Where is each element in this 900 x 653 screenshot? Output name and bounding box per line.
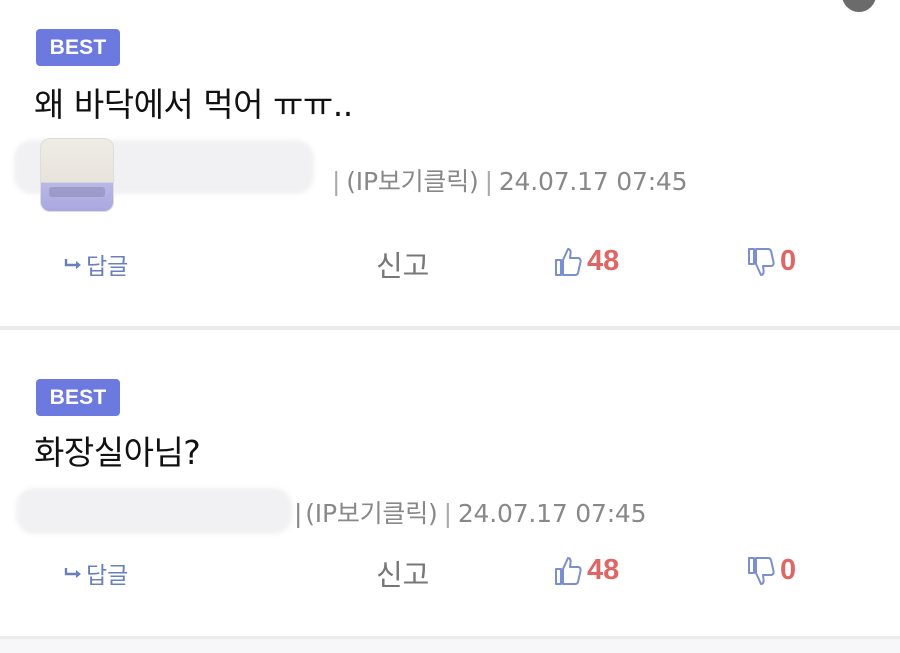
comment-text: 왜 바닥에서 먹어 ㅠㅠ.. (34, 85, 353, 124)
ip-view-link[interactable]: (IP보기클릭) (305, 499, 438, 528)
avatar[interactable] (40, 138, 114, 212)
report-button[interactable]: 신고 (376, 552, 429, 594)
ip-view-link[interactable]: (IP보기클릭) (346, 167, 479, 196)
comment-timestamp: 24.07.17 07:45 (457, 499, 647, 528)
reply-label: 답글 (86, 254, 129, 280)
comment-timestamp: 24.07.17 07:45 (498, 167, 688, 196)
thumbs-down-icon (748, 247, 775, 276)
thumbs-up-icon (555, 556, 582, 585)
meta-separator: | (294, 499, 303, 528)
best-badge: BEST (36, 29, 120, 66)
reply-arrow-icon (64, 568, 81, 578)
like-count: 48 (587, 245, 620, 277)
thumbs-up-icon (555, 247, 582, 276)
comment-text: 화장실아님? (34, 433, 201, 472)
reply-arrow-icon (64, 259, 81, 269)
best-badge: BEST (36, 379, 120, 416)
next-section-edge (0, 639, 900, 653)
report-button[interactable]: 신고 (376, 243, 429, 285)
comment-actions: 답글 신고 48 0 (0, 243, 900, 283)
redacted-author-name (16, 488, 292, 534)
comment-item: BEST 화장실아님? | (IP보기클릭) | 24.07.17 07:45 답글 … (0, 330, 900, 636)
reply-button[interactable]: 답글 (64, 556, 128, 590)
dislike-count: 0 (780, 245, 797, 277)
dislike-button[interactable]: 0 (746, 245, 796, 278)
meta-separator: | (332, 167, 341, 196)
meta-separator: | (484, 167, 493, 196)
comment-meta: | (IP보기클릭) | 24.07.17 07:45 (294, 494, 647, 530)
thumbs-down-icon (748, 556, 775, 585)
comment-actions: 답글 신고 48 0 (0, 552, 900, 592)
meta-separator: | (443, 499, 452, 528)
reply-button[interactable]: 답글 (64, 247, 128, 281)
dislike-count: 0 (780, 554, 797, 586)
comment-meta: | (IP보기클릭) | 24.07.17 07:45 (326, 162, 688, 198)
reply-label: 답글 (86, 563, 129, 589)
like-button[interactable]: 48 (553, 554, 619, 587)
like-button[interactable]: 48 (553, 245, 619, 278)
dislike-button[interactable]: 0 (746, 554, 796, 587)
comment-item: BEST 왜 바닥에서 먹어 ㅠㅠ.. | (IP보기클릭) | 24.07.17 0… (0, 0, 900, 326)
like-count: 48 (587, 554, 620, 586)
